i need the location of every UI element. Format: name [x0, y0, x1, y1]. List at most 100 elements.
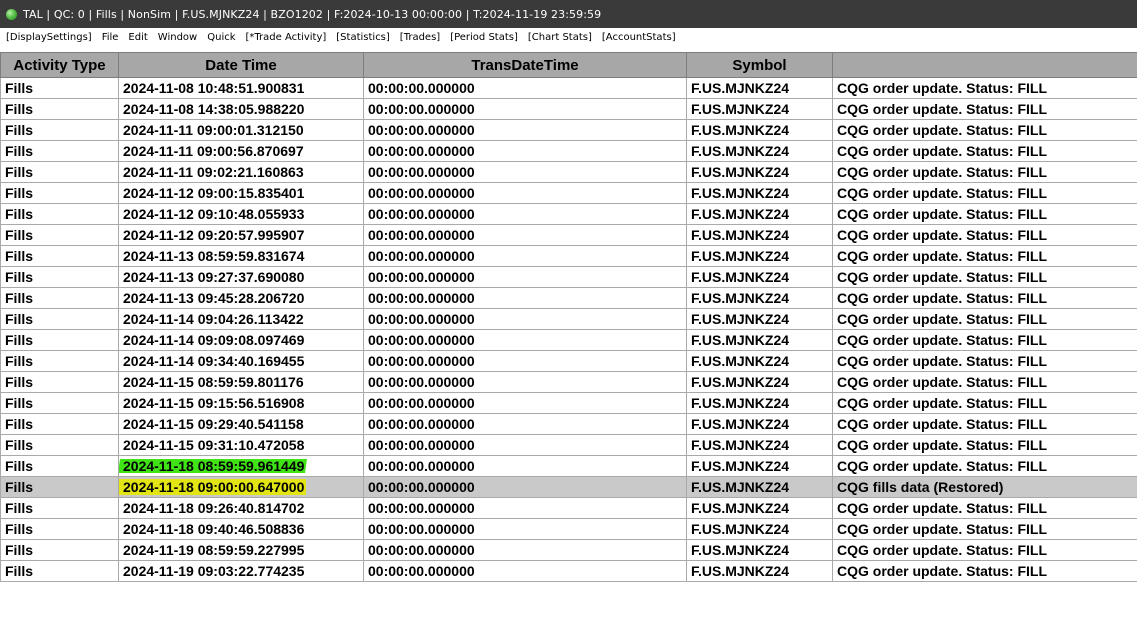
table-row[interactable]: Fills 2024-11-14 09:34:40.169455 00:00:00.… [0, 350, 1137, 372]
menu-trades[interactable]: [Trades] [400, 32, 440, 43]
cell-date-time: 2024-11-08 10:48:51.900831 [118, 77, 364, 99]
cell-trans-date-time: 00:00:00.000000 [363, 77, 687, 99]
table-row[interactable]: Fills 2024-11-19 08:59:59.227995 00:00:00.… [0, 539, 1137, 561]
cell-activity-type: Fills [0, 560, 119, 582]
fills-table: Activity Type Date Time TransDateTime Sy… [0, 52, 1137, 582]
cell-date-time: 2024-11-14 09:04:26.113422 [118, 308, 364, 330]
table-row[interactable]: Fills 2024-11-12 09:20:57.995907 00:00:00.… [0, 224, 1137, 246]
table-row[interactable]: Fills 2024-11-15 09:15:56.516908 00:00:00.… [0, 392, 1137, 414]
table-row[interactable]: Fills 2024-11-15 09:29:40.541158 00:00:00.… [0, 413, 1137, 435]
fills-grid[interactable]: Activity Type Date Time TransDateTime Sy… [0, 52, 1137, 619]
column-header-message[interactable] [832, 52, 1137, 78]
cell-date-time: 2024-11-12 09:00:15.835401 [118, 182, 364, 204]
cell-message: CQG order update. Status: FILL [832, 224, 1137, 246]
table-row[interactable]: Fills 2024-11-18 09:40:46.508836 00:00:00.… [0, 518, 1137, 540]
table-row[interactable]: Fills 2024-11-13 08:59:59.831674 00:00:00.… [0, 245, 1137, 267]
cell-trans-date-time: 00:00:00.000000 [363, 392, 687, 414]
cell-trans-date-time: 00:00:00.000000 [363, 266, 687, 288]
table-row[interactable]: Fills 2024-11-13 09:27:37.690080 00:00:00.… [0, 266, 1137, 288]
cell-date-time: 2024-11-08 14:38:05.988220 [118, 98, 364, 120]
cell-activity-type: Fills [0, 98, 119, 120]
cell-message: CQG order update. Status: FILL [832, 371, 1137, 393]
cell-symbol: F.US.MJNKZ24 [686, 266, 833, 288]
cell-message: CQG order update. Status: FILL [832, 203, 1137, 225]
table-header-row: Activity Type Date Time TransDateTime Sy… [0, 52, 1137, 78]
column-header-trans-date-time[interactable]: TransDateTime [363, 52, 687, 78]
table-row[interactable]: Fills 2024-11-18 08:59:59.961449 00:00:00.… [0, 455, 1137, 477]
cell-activity-type: Fills [0, 371, 119, 393]
cell-activity-type: Fills [0, 77, 119, 99]
menu-chart-stats[interactable]: [Chart Stats] [528, 32, 592, 43]
cell-symbol: F.US.MJNKZ24 [686, 434, 833, 456]
cell-message: CQG order update. Status: FILL [832, 518, 1137, 540]
cell-message: CQG order update. Status: FILL [832, 497, 1137, 519]
cell-message: CQG order update. Status: FILL [832, 266, 1137, 288]
cell-symbol: F.US.MJNKZ24 [686, 497, 833, 519]
menu-quick[interactable]: Quick [207, 32, 235, 43]
cell-date-time: 2024-11-15 09:15:56.516908 [118, 392, 364, 414]
table-row[interactable]: Fills 2024-11-11 09:00:01.312150 00:00:00.… [0, 119, 1137, 141]
cell-activity-type: Fills [0, 392, 119, 414]
window-title: TAL | QC: 0 | Fills | NonSim | F.US.MJNK… [23, 7, 602, 21]
table-row[interactable]: Fills 2024-11-14 09:04:26.113422 00:00:00.… [0, 308, 1137, 330]
table-row[interactable]: Fills 2024-11-11 09:00:56.870697 00:00:00.… [0, 140, 1137, 162]
cell-symbol: F.US.MJNKZ24 [686, 560, 833, 582]
menu-period-stats[interactable]: [Period Stats] [450, 32, 518, 43]
menu-account-stats[interactable]: [AccountStats] [602, 32, 676, 43]
cell-date-time: 2024-11-12 09:10:48.055933 [118, 203, 364, 225]
cell-symbol: F.US.MJNKZ24 [686, 224, 833, 246]
column-header-symbol[interactable]: Symbol [686, 52, 833, 78]
table-row[interactable]: Fills 2024-11-08 10:48:51.900831 00:00:00.… [0, 77, 1137, 99]
column-header-date-time[interactable]: Date Time [118, 52, 364, 78]
menu-display-settings[interactable]: [DisplaySettings] [6, 32, 92, 43]
table-row[interactable]: Fills 2024-11-15 08:59:59.801176 00:00:00.… [0, 371, 1137, 393]
table-row[interactable]: Fills 2024-11-13 09:45:28.206720 00:00:00.… [0, 287, 1137, 309]
cell-message: CQG order update. Status: FILL [832, 308, 1137, 330]
table-row[interactable]: Fills 2024-11-11 09:02:21.160863 00:00:00.… [0, 161, 1137, 183]
table-row[interactable]: Fills 2024-11-08 14:38:05.988220 00:00:00.… [0, 98, 1137, 120]
cell-message: CQG order update. Status: FILL [832, 182, 1137, 204]
menu-edit[interactable]: Edit [128, 32, 147, 43]
cell-symbol: F.US.MJNKZ24 [686, 455, 833, 477]
cell-activity-type: Fills [0, 182, 119, 204]
cell-date-time: 2024-11-19 09:03:22.774235 [118, 560, 364, 582]
cell-activity-type: Fills [0, 140, 119, 162]
cell-message: CQG order update. Status: FILL [832, 539, 1137, 561]
cell-date-time: 2024-11-11 09:02:21.160863 [118, 161, 364, 183]
cell-symbol: F.US.MJNKZ24 [686, 140, 833, 162]
table-row[interactable]: Fills 2024-11-12 09:00:15.835401 00:00:00.… [0, 182, 1137, 204]
table-row[interactable]: Fills 2024-11-19 09:03:22.774235 00:00:00.… [0, 560, 1137, 582]
cell-date-time: 2024-11-15 09:29:40.541158 [118, 413, 364, 435]
column-header-activity-type[interactable]: Activity Type [0, 52, 119, 78]
cell-trans-date-time: 00:00:00.000000 [363, 182, 687, 204]
cell-trans-date-time: 00:00:00.000000 [363, 245, 687, 267]
app-orb-icon [6, 8, 17, 20]
cell-date-time: 2024-11-13 09:45:28.206720 [118, 287, 364, 309]
cell-trans-date-time: 00:00:00.000000 [363, 224, 687, 246]
cell-symbol: F.US.MJNKZ24 [686, 329, 833, 351]
cell-activity-type: Fills [0, 245, 119, 267]
cell-date-time: 2024-11-19 08:59:59.227995 [118, 539, 364, 561]
cell-activity-type: Fills [0, 434, 119, 456]
cell-date-time: 2024-11-18 09:40:46.508836 [118, 518, 364, 540]
title-bar[interactable]: TAL | QC: 0 | Fills | NonSim | F.US.MJNK… [0, 0, 1137, 28]
cell-date-time: 2024-11-15 09:31:10.472058 [118, 434, 364, 456]
table-row[interactable]: Fills 2024-11-18 09:26:40.814702 00:00:00.… [0, 497, 1137, 519]
cell-activity-type: Fills [0, 287, 119, 309]
menu-trade-activity[interactable]: [*Trade Activity] [246, 32, 327, 43]
table-row[interactable]: Fills 2024-11-15 09:31:10.472058 00:00:00.… [0, 434, 1137, 456]
menu-window[interactable]: Window [158, 32, 197, 43]
table-row[interactable]: Fills 2024-11-12 09:10:48.055933 00:00:00.… [0, 203, 1137, 225]
cell-activity-type: Fills [0, 413, 119, 435]
table-body: Fills 2024-11-08 10:48:51.900831 00:00:00.… [0, 77, 1137, 582]
menu-file[interactable]: File [102, 32, 119, 43]
table-row[interactable]: Fills 2024-11-14 09:09:08.097469 00:00:00.… [0, 329, 1137, 351]
cell-trans-date-time: 00:00:00.000000 [363, 455, 687, 477]
cell-symbol: F.US.MJNKZ24 [686, 413, 833, 435]
cell-trans-date-time: 00:00:00.000000 [363, 98, 687, 120]
cell-trans-date-time: 00:00:00.000000 [363, 413, 687, 435]
menu-statistics[interactable]: [Statistics] [336, 32, 390, 43]
table-row[interactable]: Fills 2024-11-18 09:00:00.647000 00:00:00.… [0, 476, 1137, 498]
cell-trans-date-time: 00:00:00.000000 [363, 329, 687, 351]
cell-activity-type: Fills [0, 329, 119, 351]
